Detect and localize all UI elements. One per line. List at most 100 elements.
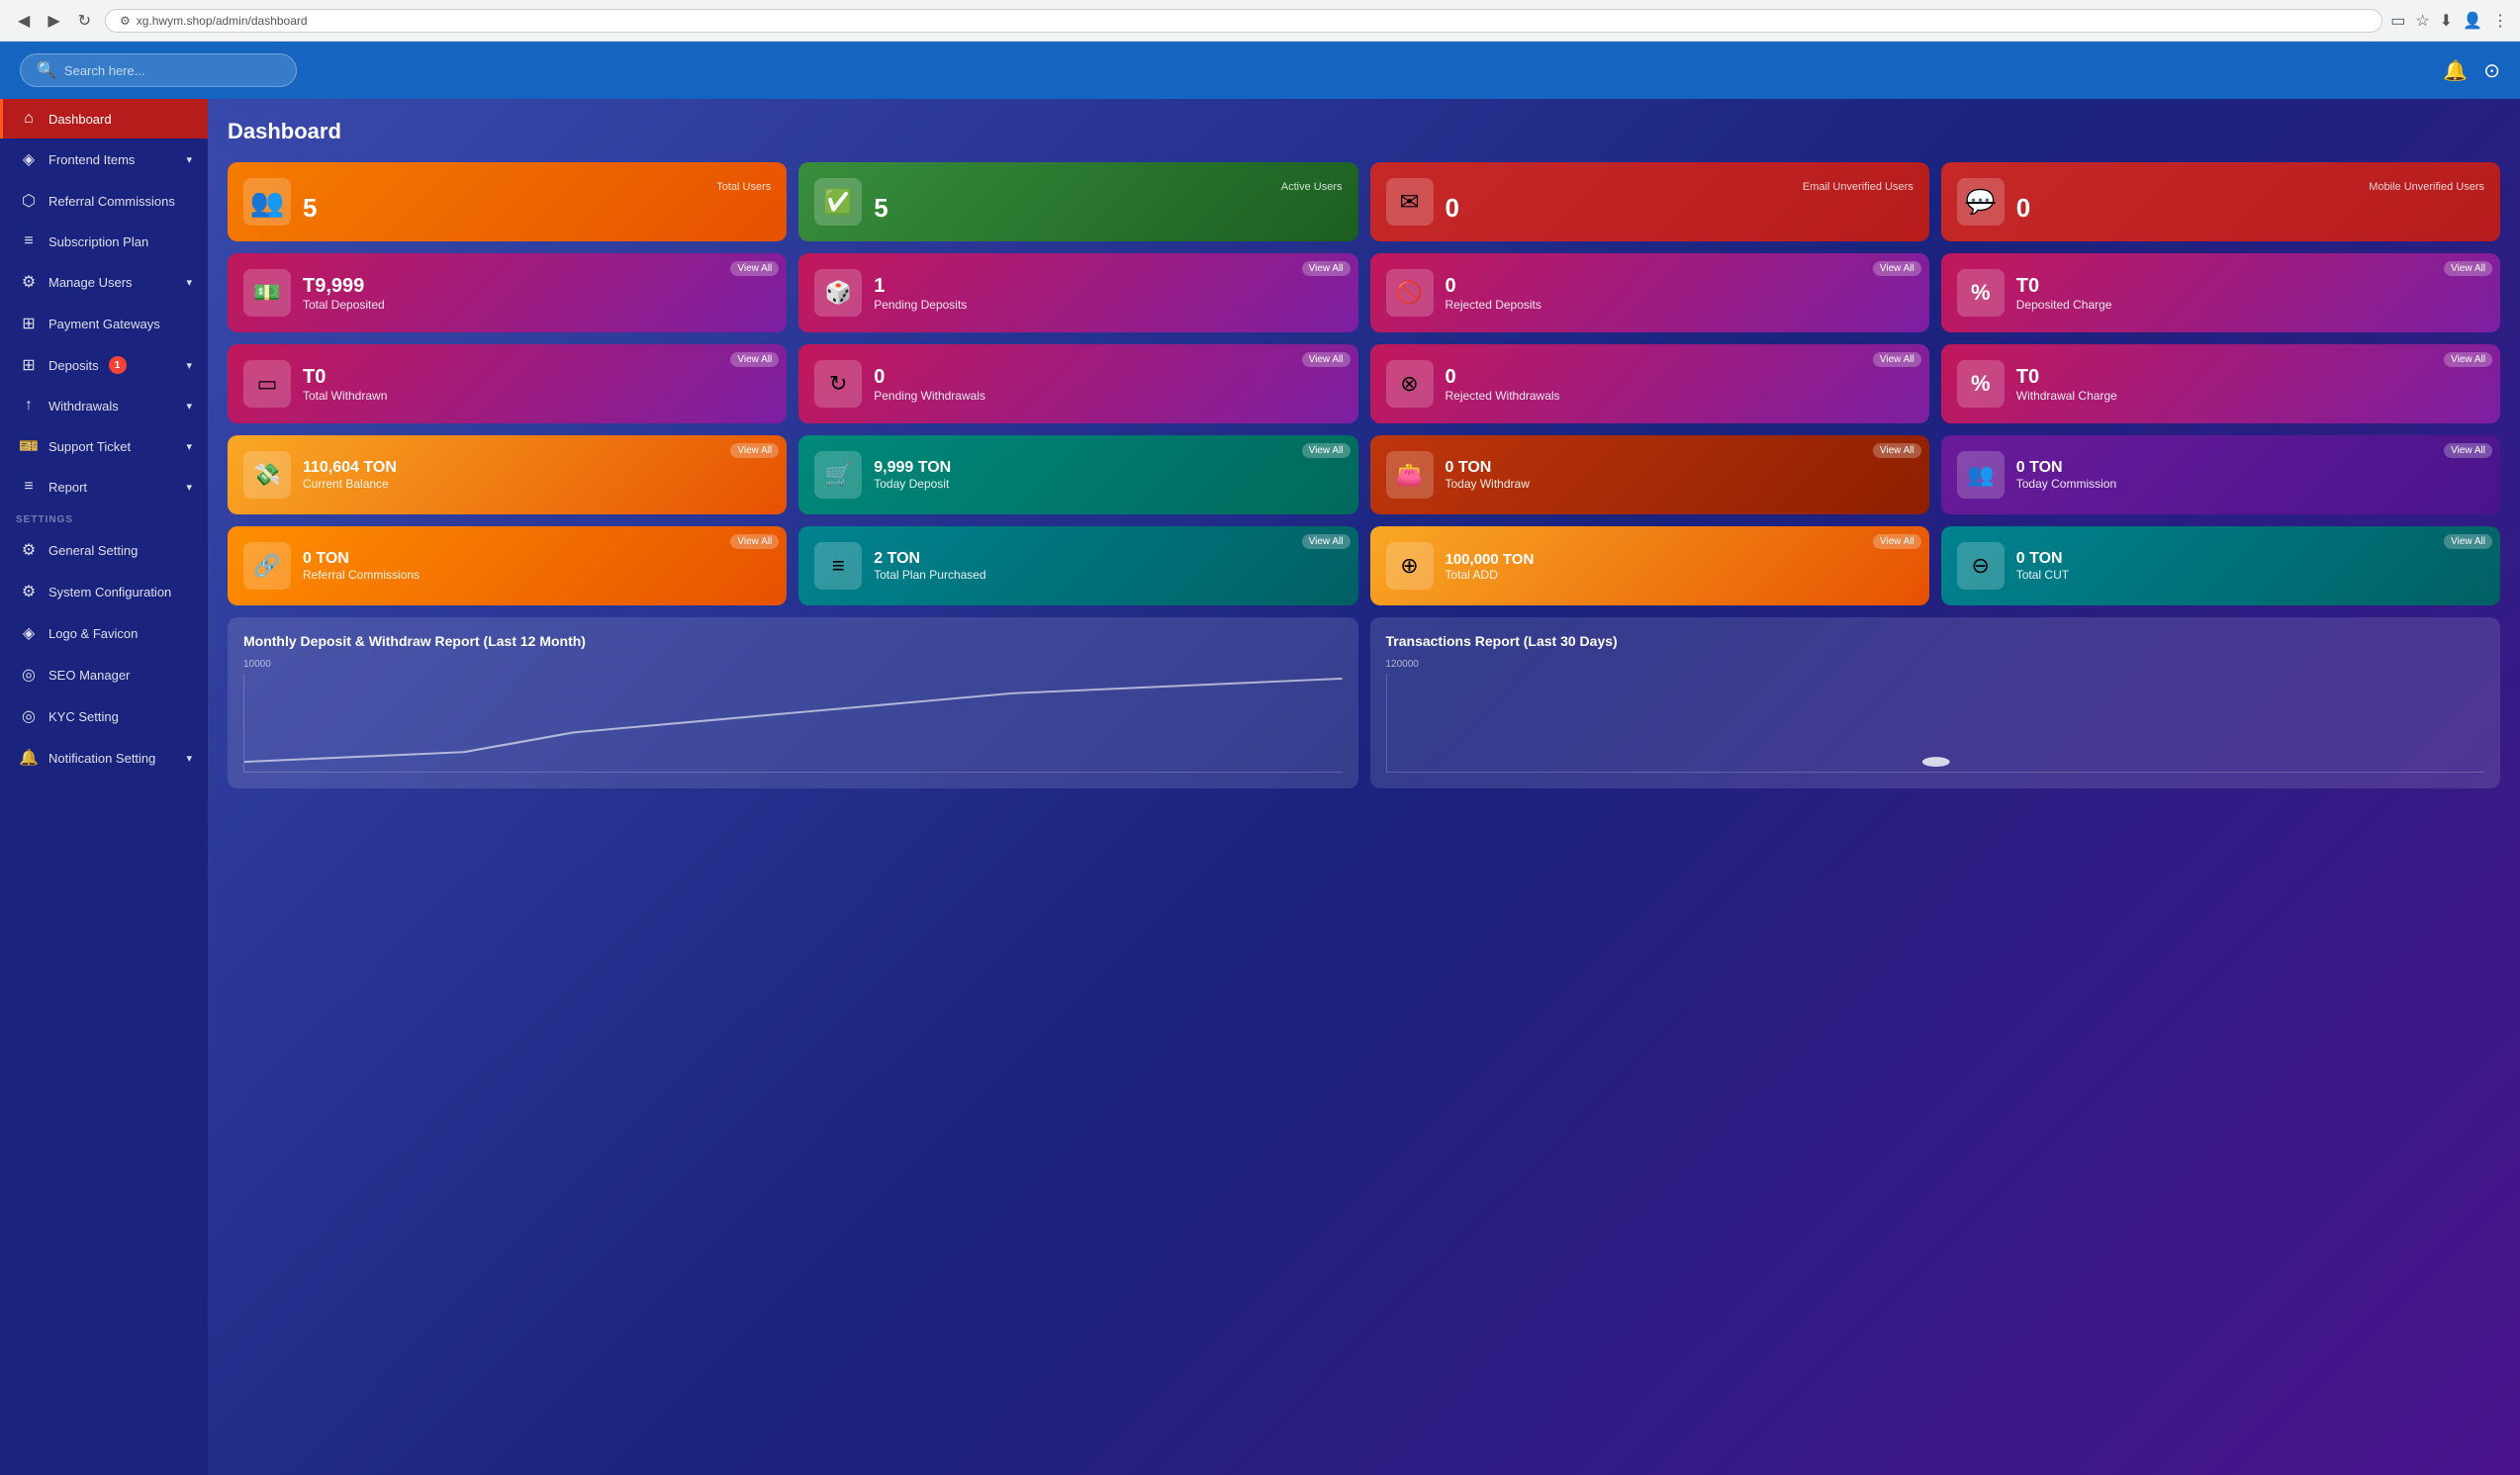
view-all-today-dep[interactable]: View All bbox=[1302, 443, 1351, 458]
sidebar-item-frontend-items[interactable]: ◈ Frontend Items ▾ bbox=[0, 138, 208, 180]
current-balance-name: Current Balance bbox=[303, 477, 771, 491]
card-today-withdraw: View All 👛 0 TON Today Withdraw bbox=[1370, 435, 1929, 514]
profile-icon[interactable]: 👤 bbox=[2463, 11, 2482, 31]
address-bar[interactable]: ⚙ xg.hwym.shop/admin/dashboard bbox=[105, 9, 2382, 33]
sidebar-item-report[interactable]: ≡ Report ▾ bbox=[0, 467, 208, 507]
view-all-add[interactable]: View All bbox=[1873, 534, 1921, 549]
today-deposit-name: Today Deposit bbox=[874, 477, 1342, 491]
view-all-referral[interactable]: View All bbox=[730, 534, 779, 549]
sidebar-label-support: Support Ticket bbox=[48, 439, 131, 454]
sidebar-item-dashboard[interactable]: ⌂ Dashboard bbox=[0, 99, 208, 138]
add-icon: ⊕ bbox=[1386, 542, 1434, 590]
sidebar-item-referral[interactable]: ⬡ Referral Commissions bbox=[0, 180, 208, 222]
view-all-balance[interactable]: View All bbox=[730, 443, 779, 458]
pending-withdrawals-name: Pending Withdrawals bbox=[874, 389, 1342, 403]
card-referral-commissions: View All 🔗 0 TON Referral Commissions bbox=[228, 526, 787, 605]
plan-icon: ≡ bbox=[814, 542, 862, 590]
bell-icon[interactable]: 🔔 bbox=[2443, 58, 2468, 83]
chart-transactions-ylabel: 120000 bbox=[1386, 659, 2485, 670]
total-cut-name: Total CUT bbox=[2016, 568, 2484, 582]
cast-icon[interactable]: ▭ bbox=[2390, 11, 2405, 31]
sidebar: ⌂ Dashboard ◈ Frontend Items ▾ ⬡ Referra… bbox=[0, 99, 208, 1475]
card-total-cut: View All ⊖ 0 TON Total CUT bbox=[1941, 526, 2500, 605]
card-withdrawal-charge: View All % T0 Withdrawal Charge bbox=[1941, 344, 2500, 423]
sidebar-item-deposits[interactable]: ⊞ Deposits 1 ▾ bbox=[0, 344, 208, 386]
arrow-icon-users: ▾ bbox=[186, 276, 192, 289]
referral-icon-card: 🔗 bbox=[243, 542, 291, 590]
sidebar-item-subscription[interactable]: ≡ Subscription Plan bbox=[0, 222, 208, 261]
total-cut-content: 0 TON Total CUT bbox=[2016, 550, 2484, 582]
sidebar-item-logo[interactable]: ◈ Logo & Favicon bbox=[0, 612, 208, 654]
sidebar-item-support[interactable]: 🎫 Support Ticket ▾ bbox=[0, 425, 208, 467]
sidebar-label-referral: Referral Commissions bbox=[48, 194, 175, 209]
system-icon: ⚙ bbox=[19, 582, 39, 601]
withdrawal-charge-icon: % bbox=[1957, 360, 2005, 408]
sidebar-label-report: Report bbox=[48, 480, 87, 495]
browser-navigation[interactable]: ◀ ▶ ↻ bbox=[12, 9, 97, 33]
subscription-icon: ≡ bbox=[19, 232, 39, 250]
sidebar-item-notification[interactable]: 🔔 Notification Setting ▾ bbox=[0, 737, 208, 779]
today-commission-value: 0 TON bbox=[2016, 459, 2484, 477]
pending-deposits-icon: 🎲 bbox=[814, 269, 862, 317]
view-all-withdrawn[interactable]: View All bbox=[730, 352, 779, 367]
view-all-today-wd[interactable]: View All bbox=[1873, 443, 1921, 458]
settings-icon[interactable]: ⊙ bbox=[2483, 58, 2500, 83]
menu-icon[interactable]: ⋮ bbox=[2492, 11, 2508, 31]
view-all-plan[interactable]: View All bbox=[1302, 534, 1351, 549]
sidebar-item-kyc[interactable]: ◎ KYC Setting bbox=[0, 695, 208, 737]
referral-commissions-value: 0 TON bbox=[303, 550, 771, 568]
view-all-deposited[interactable]: View All bbox=[730, 261, 779, 276]
chart-monthly-area bbox=[243, 674, 1343, 773]
view-all-cut[interactable]: View All bbox=[2444, 534, 2492, 549]
email-icon: ✉ bbox=[1386, 178, 1434, 226]
mobile-unverified-value: 0 bbox=[2016, 193, 2484, 224]
card-mobile-unverified: 💬 Mobile Unverified Users 0 bbox=[1941, 162, 2500, 241]
chart-transactions: Transactions Report (Last 30 Days) 12000… bbox=[1370, 617, 2501, 788]
chart-monthly-title: Monthly Deposit & Withdraw Report (Last … bbox=[243, 633, 1343, 649]
current-balance-content: 110,604 TON Current Balance bbox=[303, 459, 771, 491]
sidebar-item-manage-users[interactable]: ⚙ Manage Users ▾ bbox=[0, 261, 208, 303]
rejected-withdrawals-content: 0 Rejected Withdrawals bbox=[1446, 366, 1913, 403]
view-all-pending-dep[interactable]: View All bbox=[1302, 261, 1351, 276]
download-icon[interactable]: ⬇ bbox=[2440, 11, 2453, 31]
bookmark-icon[interactable]: ☆ bbox=[2415, 11, 2429, 31]
rejected-withdrawals-icon: ⊗ bbox=[1386, 360, 1434, 408]
rejected-withdrawals-value: 0 bbox=[1446, 366, 1913, 389]
view-all-today-comm[interactable]: View All bbox=[2444, 443, 2492, 458]
view-all-pending-wd[interactable]: View All bbox=[1302, 352, 1351, 367]
deposits-badge: 1 bbox=[109, 356, 127, 374]
sidebar-item-system-config[interactable]: ⚙ System Configuration bbox=[0, 571, 208, 612]
total-cut-value: 0 TON bbox=[2016, 550, 2484, 568]
refresh-button[interactable]: ↻ bbox=[72, 9, 97, 33]
today-withdraw-value: 0 TON bbox=[1446, 459, 1913, 477]
withdrawal-charge-content: T0 Withdrawal Charge bbox=[2016, 366, 2484, 403]
view-all-rejected-wd[interactable]: View All bbox=[1873, 352, 1921, 367]
arrow-icon-withdrawals: ▾ bbox=[186, 400, 192, 413]
sidebar-item-payment[interactable]: ⊞ Payment Gateways bbox=[0, 303, 208, 344]
view-all-dep-charge[interactable]: View All bbox=[2444, 261, 2492, 276]
main-layout: ⌂ Dashboard ◈ Frontend Items ▾ ⬡ Referra… bbox=[0, 99, 2520, 1475]
card-active-users: ✅ Active Users 5 bbox=[798, 162, 1357, 241]
back-button[interactable]: ◀ bbox=[12, 9, 36, 33]
sidebar-label-general: General Setting bbox=[48, 543, 138, 558]
pending-withdrawals-value: 0 bbox=[874, 366, 1342, 389]
forward-button[interactable]: ▶ bbox=[42, 9, 65, 33]
pending-withdrawals-content: 0 Pending Withdrawals bbox=[874, 366, 1342, 403]
view-all-rejected-dep[interactable]: View All bbox=[1873, 261, 1921, 276]
pending-deposits-content: 1 Pending Deposits bbox=[874, 275, 1342, 312]
referral-icon: ⬡ bbox=[19, 191, 39, 211]
sidebar-item-seo[interactable]: ◎ SEO Manager bbox=[0, 654, 208, 695]
chart-transactions-title: Transactions Report (Last 30 Days) bbox=[1386, 633, 2485, 649]
search-bar[interactable]: 🔍 bbox=[20, 53, 297, 87]
support-icon: 🎫 bbox=[19, 436, 39, 456]
total-users-content: Total Users 5 bbox=[303, 181, 771, 224]
total-users-label: Total Users bbox=[303, 181, 771, 193]
pending-withdrawals-icon: ↻ bbox=[814, 360, 862, 408]
withdrawal-charge-value: T0 bbox=[2016, 366, 2484, 389]
users-icon: ⚙ bbox=[19, 272, 39, 292]
sidebar-item-withdrawals[interactable]: ↑ Withdrawals ▾ bbox=[0, 386, 208, 425]
view-all-wd-charge[interactable]: View All bbox=[2444, 352, 2492, 367]
sidebar-item-general-setting[interactable]: ⚙ General Setting bbox=[0, 529, 208, 571]
balance-icon: 💸 bbox=[243, 451, 291, 499]
search-input[interactable] bbox=[64, 63, 280, 78]
